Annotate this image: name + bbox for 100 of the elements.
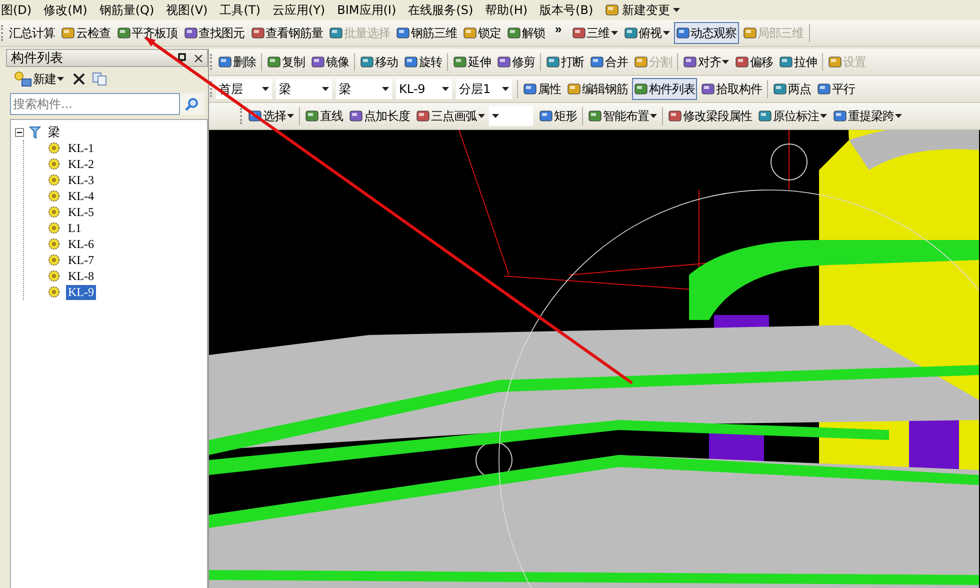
toolbar-button[interactable]: 属性 <box>521 78 563 100</box>
dropdown-field[interactable]: 分层1 <box>456 79 512 99</box>
tool-icon <box>184 25 198 41</box>
toolbar-button[interactable]: 平行 <box>815 78 857 100</box>
dropdown-button[interactable]: 俯视 <box>622 22 672 44</box>
toolbar-button[interactable]: 构件列表 <box>632 78 697 100</box>
caret-icon <box>662 31 670 35</box>
menu-item[interactable]: 版本号(B) <box>538 2 594 18</box>
new-button[interactable]: 新建 <box>12 68 66 90</box>
tree-item[interactable]: KL-2 <box>66 156 96 172</box>
toolbar-button[interactable]: 两点 <box>771 78 813 100</box>
toolbar-button[interactable]: 直线 <box>303 105 345 127</box>
caret-icon <box>650 114 657 118</box>
dropdown-field[interactable] <box>489 106 533 126</box>
toolbar-button[interactable]: 删除 <box>216 51 258 73</box>
toolbar-button[interactable]: 拾取构件 <box>699 78 764 100</box>
toolbar-button[interactable]: 编辑钢筋 <box>565 78 630 100</box>
component-icon <box>48 206 60 218</box>
tool-icon <box>590 54 604 70</box>
tool-icon <box>624 25 638 41</box>
tool-icon <box>250 25 264 41</box>
tree-item[interactable]: KL-9 <box>66 284 96 300</box>
menu-button[interactable]: 新建变更 <box>604 2 682 18</box>
toolbar-button[interactable]: 复制 <box>265 51 307 73</box>
menu-item[interactable]: 工具(T) <box>218 2 262 18</box>
dropdown-button[interactable]: 重提梁跨 <box>831 105 904 127</box>
menu-item[interactable]: 视图(V) <box>165 2 209 18</box>
tree-item[interactable]: KL-7 <box>66 252 96 268</box>
tool-icon <box>634 54 648 70</box>
beam-folder-icon <box>28 125 42 139</box>
menu-item[interactable]: 图(D) <box>0 2 33 18</box>
toolbar-button[interactable]: 平齐板顶 <box>114 22 180 44</box>
menu-item[interactable]: 修改(M) <box>42 2 88 18</box>
toolbar-button[interactable]: 镜像 <box>309 51 351 73</box>
tool-icon <box>539 108 553 124</box>
dropdown-button[interactable]: 原位标注 <box>756 105 829 127</box>
tree-item[interactable]: KL-6 <box>66 236 96 252</box>
tree-item[interactable]: KL-4 <box>66 188 96 204</box>
menu-item[interactable]: 钢筋量(Q) <box>98 2 156 18</box>
toolbar-button[interactable]: 解锁 <box>505 22 547 44</box>
toolbar-button[interactable]: 移动 <box>358 51 400 73</box>
tree-item[interactable]: KL-5 <box>66 204 96 220</box>
toolbar-button[interactable]: 锁定 <box>461 22 503 44</box>
menu-item[interactable]: BIM应用(I) <box>336 2 398 18</box>
caret-icon <box>820 114 827 118</box>
toolbar-button[interactable]: 旋转 <box>402 51 444 73</box>
tree-item[interactable]: KL-1 <box>66 140 96 156</box>
dropdown-field[interactable]: KL-9 <box>396 79 452 99</box>
toolbar-button[interactable]: 拉伸 <box>777 51 819 73</box>
tool-icon <box>833 108 847 124</box>
caret-icon <box>610 31 618 35</box>
dropdown-button[interactable]: 三维 <box>570 22 620 44</box>
overflow-button[interactable]: » <box>549 22 568 44</box>
toolbar-button[interactable]: 查找图元 <box>182 22 246 44</box>
toolbar-button[interactable]: 汇总计算 <box>7 22 57 44</box>
menu-item[interactable]: 云应用(Y) <box>271 2 326 18</box>
dropdown-button[interactable]: 三点画弧 <box>414 105 487 127</box>
tree-item[interactable]: L1 <box>66 220 84 236</box>
tool-icon <box>742 25 757 41</box>
toolbar-button[interactable]: 修剪 <box>495 51 537 73</box>
delete-icon[interactable] <box>72 72 86 86</box>
close-icon[interactable] <box>194 54 203 62</box>
collapse-icon[interactable] <box>15 128 24 136</box>
tool-icon <box>218 54 232 70</box>
tool-icon <box>396 25 410 41</box>
caret-icon <box>322 87 329 91</box>
copy-icon[interactable] <box>92 72 108 86</box>
caret-icon <box>287 114 294 118</box>
caret-icon <box>57 77 64 81</box>
tool-icon <box>676 25 690 41</box>
toolbar-button[interactable]: 查看钢筋量 <box>248 22 325 44</box>
menu-item[interactable]: 在线服务(S) <box>407 2 474 18</box>
dropdown-field[interactable]: 梁 <box>336 79 392 99</box>
tree-item[interactable]: KL-3 <box>66 172 96 188</box>
dropdown-field[interactable]: 梁 <box>276 79 332 99</box>
tool-icon <box>116 25 130 41</box>
tool-icon <box>758 108 772 124</box>
beam-model-drawing[interactable] <box>209 130 979 588</box>
toolbar-button[interactable]: 云检查 <box>59 22 112 44</box>
toolbar-button[interactable]: 点加长度 <box>347 105 412 127</box>
tool-icon <box>605 2 620 18</box>
tool-icon <box>311 54 325 70</box>
toolbar-button[interactable]: 偏移 <box>733 51 775 73</box>
toolbar-button[interactable]: 合并 <box>588 51 630 73</box>
dropdown-button[interactable]: 对齐 <box>681 51 731 73</box>
dropdown-button[interactable]: 选择 <box>246 105 296 127</box>
toolbar-button[interactable]: 矩形 <box>537 105 579 127</box>
toolbar-button[interactable]: 延伸 <box>451 51 493 73</box>
tree-item[interactable]: KL-8 <box>66 268 96 284</box>
toolbar-button[interactable]: 打断 <box>544 51 586 73</box>
search-icon[interactable] <box>185 97 199 111</box>
tool-icon <box>497 54 511 70</box>
component-icon <box>48 158 60 170</box>
pin-icon[interactable] <box>178 53 186 63</box>
menu-item[interactable]: 帮助(H) <box>484 2 529 18</box>
dropdown-button[interactable]: 智能布置 <box>586 105 659 127</box>
toolbar-button[interactable]: 钢筋三维 <box>394 22 459 44</box>
toolbar-button[interactable]: 修改梁段属性 <box>666 105 754 127</box>
tree-item[interactable]: 梁 <box>46 124 62 140</box>
toolbar-button[interactable]: 动态观察 <box>674 22 739 44</box>
